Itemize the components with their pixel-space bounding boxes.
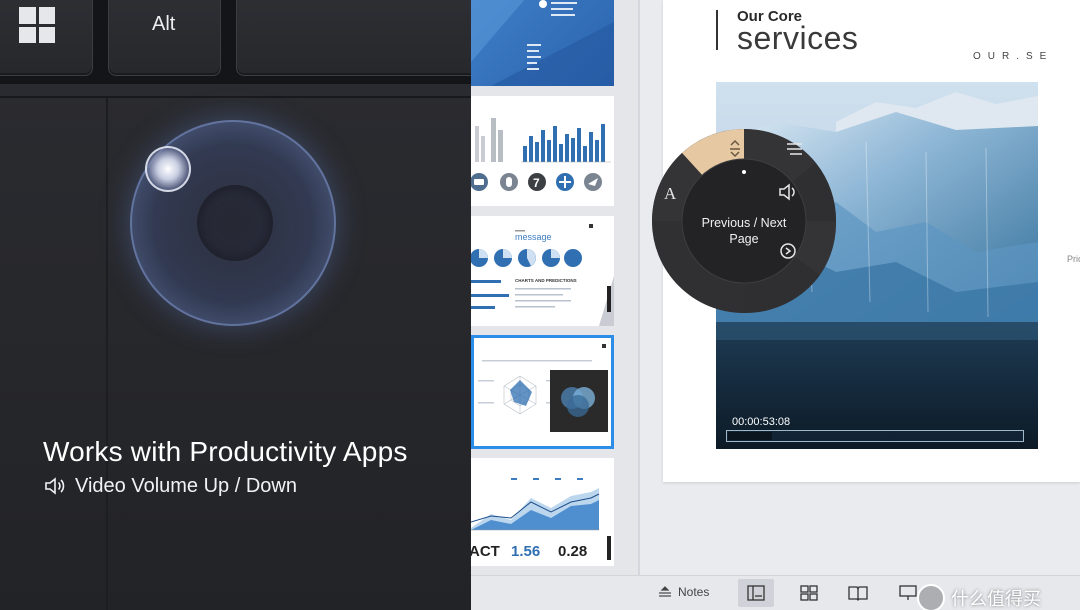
- stat-label-1: ACT: [471, 543, 500, 560]
- slide-side-text: Pric: [1067, 254, 1080, 264]
- slide-thumbnail[interactable]: ACT 1.56 0.28: [471, 458, 614, 566]
- touchpad-area: Alt Works with Productivity Apps Video V…: [0, 0, 471, 610]
- watermark: 什么值得买: [917, 584, 1041, 610]
- text-size-icon: A: [664, 184, 677, 203]
- watermark-text: 什么值得买: [951, 589, 1041, 609]
- touchpad-dial-center: [197, 185, 273, 261]
- slide-thumbnail-pane: 7 message CHARTS AND PREDICTIONS ACT 1.5…: [471, 0, 638, 575]
- presentation-app: 7 message CHARTS AND PREDICTIONS ACT 1.5…: [471, 0, 1080, 610]
- slide-sorter-button[interactable]: [791, 579, 827, 607]
- finger-touch-indicator: [145, 146, 191, 192]
- speaker-icon: [45, 477, 65, 495]
- normal-view-icon: [747, 585, 765, 601]
- thumb3-subheading: CHARTS AND PREDICTIONS: [515, 278, 577, 283]
- stat-value-1: 1.56: [511, 543, 540, 560]
- stat-value-2: 0.28: [558, 543, 587, 560]
- notes-button[interactable]: Notes: [658, 585, 709, 599]
- touchpad-top-edge: [0, 96, 471, 98]
- video-timecode: 00:00:53:08: [732, 416, 791, 428]
- windows-logo-icon: [19, 7, 55, 43]
- alt-key[interactable]: Alt: [108, 0, 221, 76]
- notes-label: Notes: [678, 585, 710, 599]
- slide-thumbnail[interactable]: [471, 0, 614, 86]
- pane-splitter[interactable]: [638, 0, 640, 575]
- slide-thumbnail[interactable]: message CHARTS AND PREDICTIONS: [471, 216, 614, 326]
- alt-key-label: Alt: [152, 13, 176, 35]
- reading-view-icon: [848, 586, 868, 601]
- slide-thumbnail-selected[interactable]: [471, 335, 614, 449]
- status-bar: Notes 什么值得买: [471, 575, 1080, 610]
- slide-spaced-heading: OUR.SE: [973, 51, 1054, 62]
- slide-title: services: [737, 20, 859, 56]
- thumb3-heading: message: [515, 232, 552, 242]
- caption-subtitle-text: Video Volume Up / Down: [75, 474, 297, 497]
- space-key[interactable]: [236, 0, 471, 76]
- notes-icon: [659, 586, 671, 597]
- svg-text:7: 7: [533, 176, 540, 190]
- watermark-logo: [917, 584, 945, 610]
- keyboard-row: Alt: [0, 0, 471, 84]
- reading-view-button[interactable]: [840, 579, 876, 607]
- radial-menu-label: Previous / Next Page: [701, 216, 787, 246]
- normal-view-button[interactable]: [738, 579, 774, 607]
- caption-subtitle: Video Volume Up / Down: [43, 474, 297, 498]
- windows-key[interactable]: [0, 0, 93, 76]
- slide-sorter-icon: [800, 585, 818, 601]
- presenter-view-icon: [899, 585, 917, 600]
- video-seek-progress: [728, 432, 772, 440]
- title-accent-bar: [716, 10, 718, 50]
- slide-thumbnail[interactable]: 7: [471, 96, 614, 206]
- caption-title: Works with Productivity Apps: [43, 436, 408, 467]
- touchpad-seam: [106, 98, 108, 610]
- video-seek-bar[interactable]: [726, 430, 1024, 442]
